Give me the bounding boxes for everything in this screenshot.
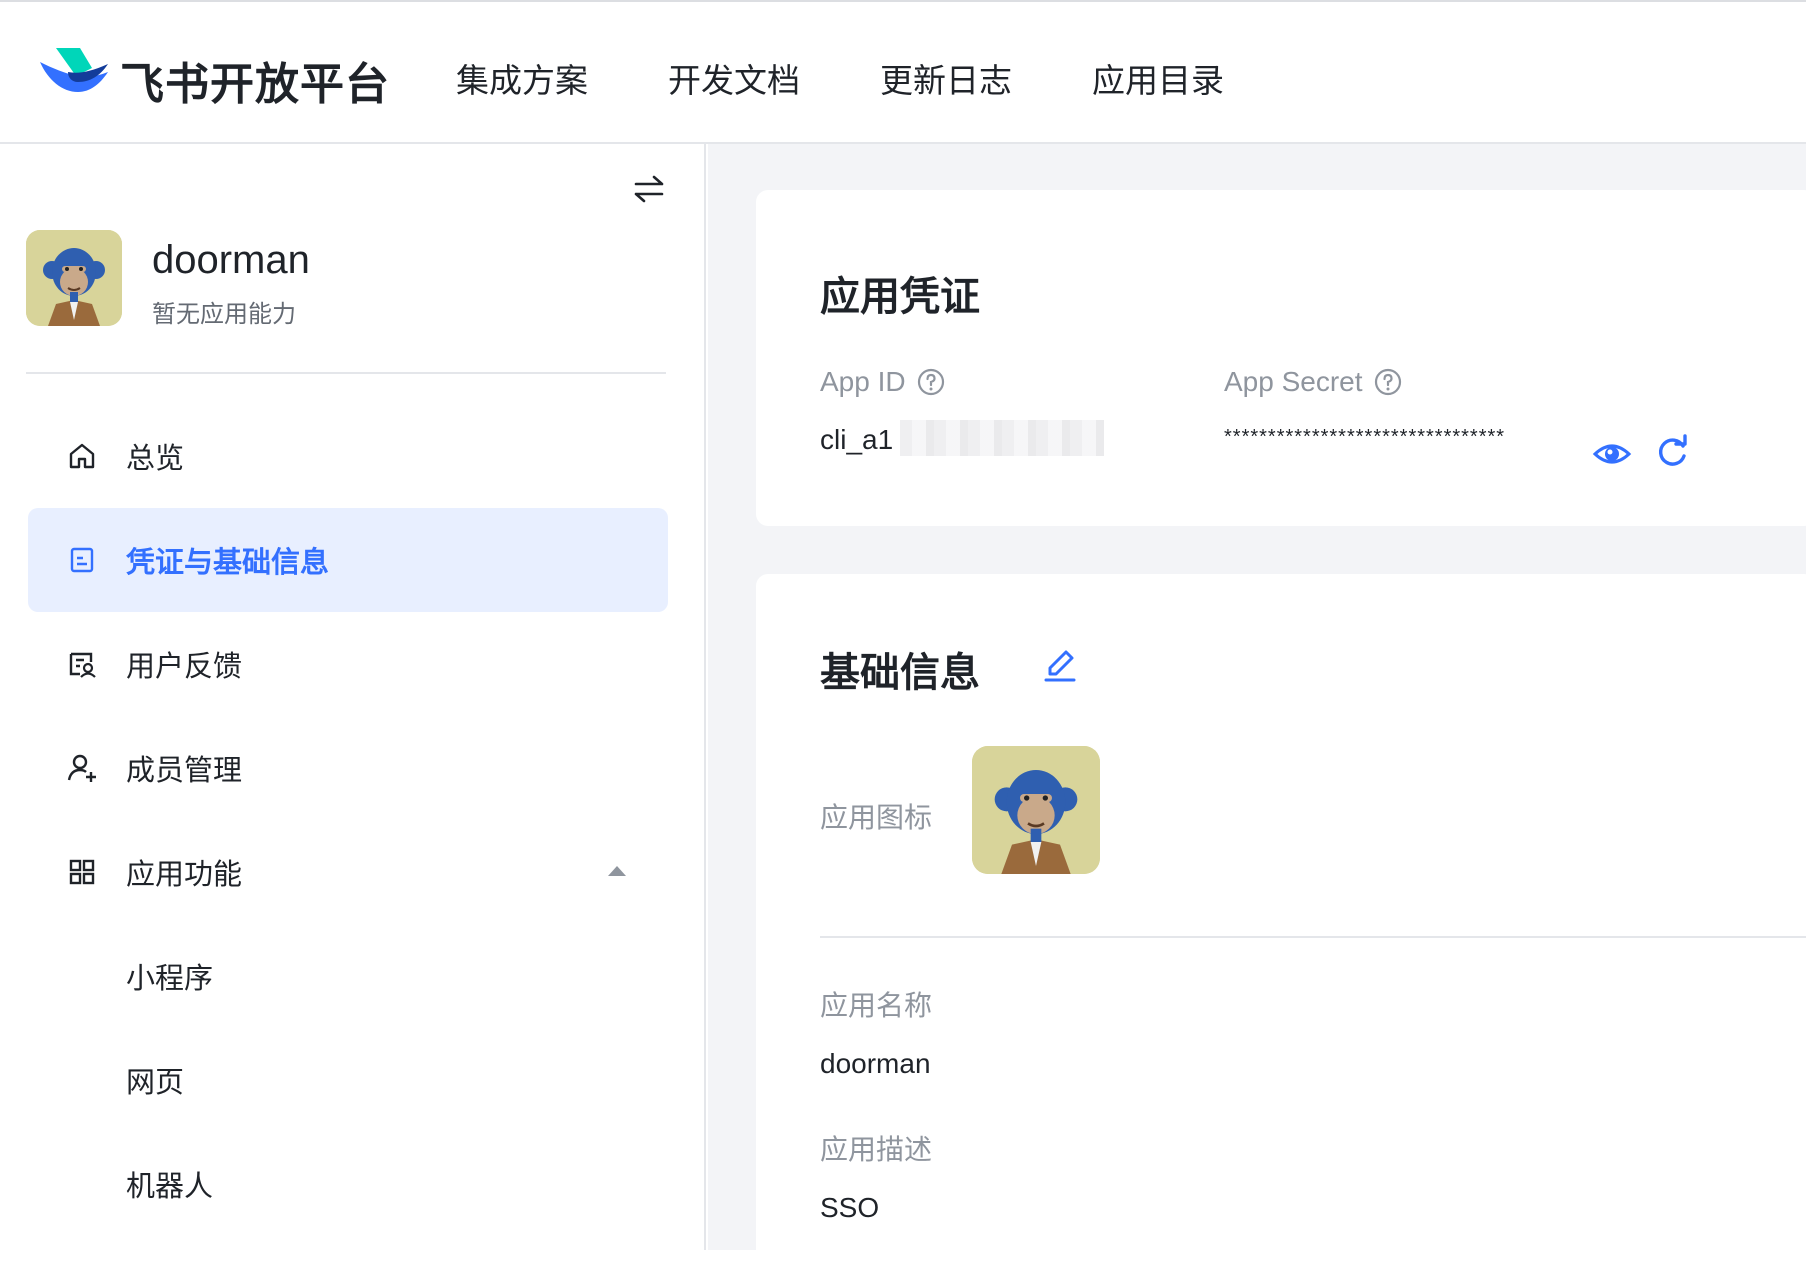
feishu-logo-icon[interactable]: [38, 46, 110, 104]
sidebar: doorman 暂无应用能力 总览 凭证与基础信息 用户反馈 成员管理 应用功能…: [0, 144, 706, 1250]
app-secret-label: App Secret: [1224, 366, 1363, 397]
sidebar-item-label: 总览: [126, 443, 185, 475]
app-id-value[interactable]: cli_a1: [820, 424, 893, 456]
redacted-app-id-blur: [900, 420, 1104, 456]
app-icon-label: 应用图标: [820, 802, 933, 833]
credentials-card: 应用凭证 App ID cli_a1 App Secret **********…: [756, 190, 1806, 526]
brand-title[interactable]: 飞书开放平台: [120, 48, 390, 112]
edit-icon[interactable]: [1042, 648, 1078, 684]
sidebar-item-label: 凭证与基础信息: [126, 547, 330, 579]
sidebar-item-bot[interactable]: 机器人: [28, 1132, 668, 1236]
app-name-value: doorman: [820, 1048, 931, 1079]
sidebar-item-app-features[interactable]: 应用功能: [28, 820, 668, 924]
home-icon: [69, 443, 95, 469]
credentials-title: 应用凭证: [820, 275, 980, 319]
sidebar-divider: [26, 372, 666, 374]
collapse-sidebar-icon[interactable]: [632, 174, 666, 204]
feedback-icon: [69, 652, 96, 678]
help-icon[interactable]: [1373, 367, 1403, 397]
app-id-label: App ID: [820, 366, 906, 397]
sidebar-item-overview[interactable]: 总览: [28, 404, 668, 508]
caret-up-icon[interactable]: [606, 864, 628, 878]
top-navbar: 飞书开放平台 集成方案 开发文档 更新日志 应用目录: [0, 0, 1806, 144]
app-icon-image: [972, 746, 1100, 874]
app-name-label: 应用名称: [820, 990, 933, 1021]
sidebar-item-members[interactable]: 成员管理: [28, 716, 668, 820]
sidebar-item-label: 应用功能: [126, 859, 243, 891]
sidebar-item-webpage[interactable]: 网页: [28, 1028, 668, 1132]
app-secret-value[interactable]: ********************************: [1224, 426, 1505, 449]
help-icon[interactable]: [916, 367, 946, 397]
nav-changelog[interactable]: 更新日志: [880, 54, 1012, 102]
sidebar-menu: 总览 凭证与基础信息 用户反馈 成员管理 应用功能 小程序 网页 机器人: [28, 404, 668, 1236]
grid-icon: [69, 859, 95, 885]
eye-icon[interactable]: [1592, 434, 1632, 474]
app-avatar: [26, 230, 122, 326]
sidebar-item-mini-program[interactable]: 小程序: [28, 924, 668, 1028]
sidebar-item-label: 用户反馈: [126, 651, 243, 683]
add-user-icon: [67, 754, 96, 782]
sidebar-item-label: 机器人: [126, 1171, 214, 1203]
app-secret-label-row: App Secret: [1224, 366, 1403, 398]
document-icon: [70, 547, 94, 573]
sidebar-item-label: 网页: [126, 1067, 185, 1099]
nav-dev-docs[interactable]: 开发文档: [668, 54, 800, 102]
nav-app-directory[interactable]: 应用目录: [1092, 54, 1224, 102]
app-capability-text: 暂无应用能力: [152, 301, 296, 328]
sidebar-item-credentials[interactable]: 凭证与基础信息: [28, 508, 668, 612]
section-divider: [820, 936, 1806, 938]
sidebar-item-feedback[interactable]: 用户反馈: [28, 612, 668, 716]
app-desc-value: SSO: [820, 1192, 880, 1223]
sidebar-item-label: 成员管理: [126, 755, 243, 787]
basic-info-title: 基础信息: [820, 651, 980, 695]
app-id-label-row: App ID: [820, 366, 946, 398]
app-desc-label: 应用描述: [820, 1134, 933, 1165]
sidebar-item-label: 小程序: [126, 963, 214, 995]
basic-info-card: 基础信息 应用图标 应用名称 doorman 应用描述 SSO: [756, 574, 1806, 1274]
app-name: doorman: [152, 238, 310, 282]
refresh-icon[interactable]: [1652, 432, 1692, 472]
top-nav: 集成方案 开发文档 更新日志 应用目录: [456, 54, 1224, 102]
main-content: 应用凭证 App ID cli_a1 App Secret **********…: [708, 144, 1806, 1274]
nav-integration-solutions[interactable]: 集成方案: [456, 54, 588, 102]
